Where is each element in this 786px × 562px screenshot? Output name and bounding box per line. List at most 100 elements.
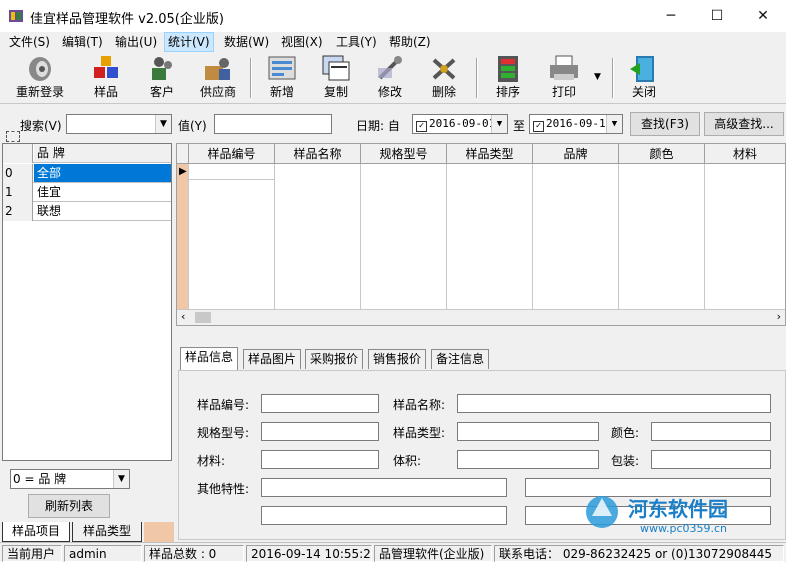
tab-sample-types[interactable]: 样品类型 [72,522,142,542]
customers-button[interactable]: 客户 [140,54,184,102]
delete-label: 删除 [431,85,456,99]
scroll-right-icon[interactable]: › [777,310,781,323]
speaker-icon [29,57,51,81]
grid-column[interactable] [447,164,533,309]
suppliers-button[interactable]: 供应商 [196,54,240,102]
volume-field[interactable] [457,450,599,469]
tab-sales-quote[interactable]: 销售报价 [368,349,427,369]
grid-select-icon[interactable] [6,131,20,142]
close-app-button[interactable]: 关闭 [622,54,666,102]
row-number: 1 [3,183,33,202]
close-button[interactable]: ✕ [740,0,786,32]
sample-no-label: 样品编号: [197,398,250,412]
tab-sample-images[interactable]: 样品图片 [243,349,302,369]
cubes-icon [94,56,118,78]
maximize-button[interactable]: ☐ [694,0,740,32]
packing-label: 包装: [611,454,640,468]
menu-help[interactable]: 帮助(Z) [386,32,434,52]
print-button[interactable]: 打印 [540,54,588,102]
sort-label: 排序 [495,85,520,99]
exit-door-icon [630,56,654,82]
find-button[interactable]: 查找(F3) [630,112,700,136]
window-title: 佳宜样品管理软件 v2.05(企业版) [30,12,224,27]
relogin-button[interactable]: 重新登录 [12,54,68,102]
sample-name-field[interactable] [457,394,771,413]
sample-name-label: 样品名称: [393,398,446,412]
chevron-down-icon[interactable]: ▼ [606,115,622,133]
grid-column[interactable] [705,164,785,309]
print-dropdown-icon[interactable]: ▼ [594,72,601,82]
sample-type-field[interactable] [457,422,599,441]
suppliers-label: 供应商 [199,85,236,99]
chevron-down-icon[interactable]: ▼ [491,115,507,133]
delete-button[interactable]: 删除 [424,54,464,102]
column-header[interactable]: 材料 [705,144,785,164]
relogin-label: 重新登录 [15,85,64,99]
date-to-checkbox[interactable]: ✓ [533,121,544,132]
scroll-thumb[interactable] [195,312,211,323]
packing-field[interactable] [651,450,771,469]
refresh-list-button[interactable]: 刷新列表 [28,494,110,518]
category-combo[interactable]: 0 = 品 牌 ▼ [10,469,130,489]
copy-label: 复制 [323,85,348,99]
menu-export[interactable]: 输出(U) [112,32,160,52]
sort-button[interactable]: 排序 [488,54,528,102]
date-from-checkbox[interactable]: ✓ [416,121,427,132]
menu-data[interactable]: 数据(W) [221,32,272,52]
grid-column[interactable] [533,164,619,309]
menu-tools[interactable]: 工具(Y) [333,32,380,52]
horizontal-scrollbar[interactable]: ‹ › [177,309,785,325]
date-label: 日期: 自 [356,119,400,133]
menu-view[interactable]: 视图(X) [278,32,326,52]
category-combo-value: 0 = 品 牌 [13,472,67,486]
search-label: 搜索(V) [20,119,62,133]
material-field[interactable] [261,450,379,469]
list-item[interactable]: 2 联想 [3,202,171,221]
date-from-picker[interactable]: ✓ 2016-09-01 ▼ [412,114,508,134]
menu-stats[interactable]: 统计(V) [164,32,214,52]
chevron-down-icon[interactable]: ▼ [155,115,171,133]
current-user-label: 当前用户 [2,545,62,562]
tab-sample-info[interactable]: 样品信息 [180,347,239,370]
chevron-down-icon[interactable]: ▼ [113,470,129,488]
other-label: 其他特性: [197,482,250,496]
column-header[interactable]: 品牌 [533,144,619,164]
copy-button[interactable]: 复制 [316,54,356,102]
menu-file[interactable]: 文件(S) [6,32,53,52]
color-label: 颜色: [611,426,640,440]
sample-no-field[interactable] [261,394,379,413]
value-input[interactable] [214,114,332,134]
grid-column[interactable] [275,164,361,309]
scroll-left-icon[interactable]: ‹ [181,310,185,323]
column-header[interactable]: 颜色 [619,144,705,164]
grid-column[interactable] [619,164,705,309]
column-header[interactable]: 样品名称 [275,144,361,164]
spec-field[interactable] [261,422,379,441]
date-to-picker[interactable]: ✓ 2016-09-14 ▼ [529,114,623,134]
column-header[interactable]: 样品类型 [447,144,533,164]
list-item[interactable]: 1 佳宜 [3,183,171,202]
grid-column[interactable] [361,164,447,309]
menu-edit[interactable]: 编辑(T) [59,32,106,52]
grid-column[interactable] [189,180,275,309]
edit-button[interactable]: 修改 [370,54,410,102]
other-field-1[interactable] [261,478,507,497]
search-combo[interactable]: ▼ [66,114,172,134]
tab-purchase-quote[interactable]: 采购报价 [305,349,364,369]
other-field-3[interactable] [261,506,507,525]
date-to-value: 2016-09-14 [546,117,613,130]
column-header[interactable]: 样品编号 [189,144,275,164]
grid-cell[interactable] [189,164,275,180]
sample-type-label: 样品类型: [393,426,446,440]
sample-grid: 样品编号 样品名称 规格型号 样品类型 品牌 颜色 材料 ▶ ‹ › [176,143,786,326]
list-item[interactable]: 0 全部 [3,164,171,183]
tab-remarks[interactable]: 备注信息 [431,349,490,369]
column-header[interactable]: 规格型号 [361,144,447,164]
samples-button[interactable]: 样品 [84,54,128,102]
advanced-find-button[interactable]: 高级查找... [704,112,784,136]
add-button[interactable]: 新增 [262,54,302,102]
tab-sample-items[interactable]: 样品项目 [2,522,70,542]
minimize-button[interactable]: ─ [648,0,694,32]
spec-label: 规格型号: [197,426,250,440]
color-field[interactable] [651,422,771,441]
